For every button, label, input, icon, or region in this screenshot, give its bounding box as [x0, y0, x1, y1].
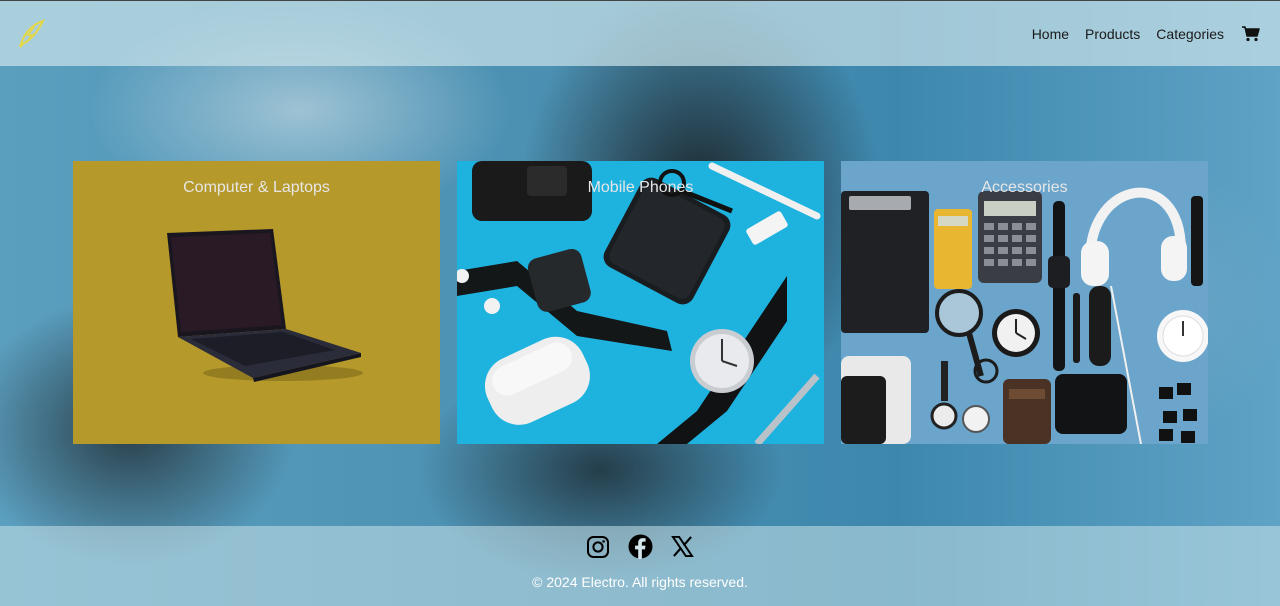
category-cards: Computer & Laptops Mobile Phones Accesso… — [73, 161, 1208, 444]
logo[interactable] — [16, 18, 48, 50]
main-nav: Home Products Categories — [1032, 25, 1260, 43]
site-footer: © 2024 Electro. All rights reserved. — [0, 526, 1280, 606]
accessories-image — [841, 161, 1208, 444]
phones-image — [457, 161, 824, 444]
copyright-text: © 2024 Electro. All rights reserved. — [532, 574, 748, 590]
category-title: Accessories — [981, 179, 1068, 196]
category-title: Computer & Laptops — [183, 179, 330, 196]
category-title: Mobile Phones — [587, 179, 694, 196]
facebook-icon[interactable] — [628, 534, 653, 559]
category-card-laptops[interactable]: Computer & Laptops — [73, 161, 440, 444]
social-links — [586, 534, 695, 559]
site-header: Home Products Categories — [0, 0, 1280, 66]
nav-home-link[interactable]: Home — [1032, 26, 1069, 42]
nav-categories-link[interactable]: Categories — [1156, 26, 1224, 42]
x-twitter-icon[interactable] — [670, 534, 695, 559]
category-card-accessories[interactable]: Accessories — [841, 161, 1208, 444]
shopping-cart-icon[interactable] — [1242, 25, 1260, 43]
category-card-mobile-phones[interactable]: Mobile Phones — [457, 161, 824, 444]
laptop-image — [73, 161, 440, 444]
instagram-icon[interactable] — [586, 534, 611, 559]
lightning-feather-logo-icon — [19, 18, 45, 48]
nav-products-link[interactable]: Products — [1085, 26, 1140, 42]
